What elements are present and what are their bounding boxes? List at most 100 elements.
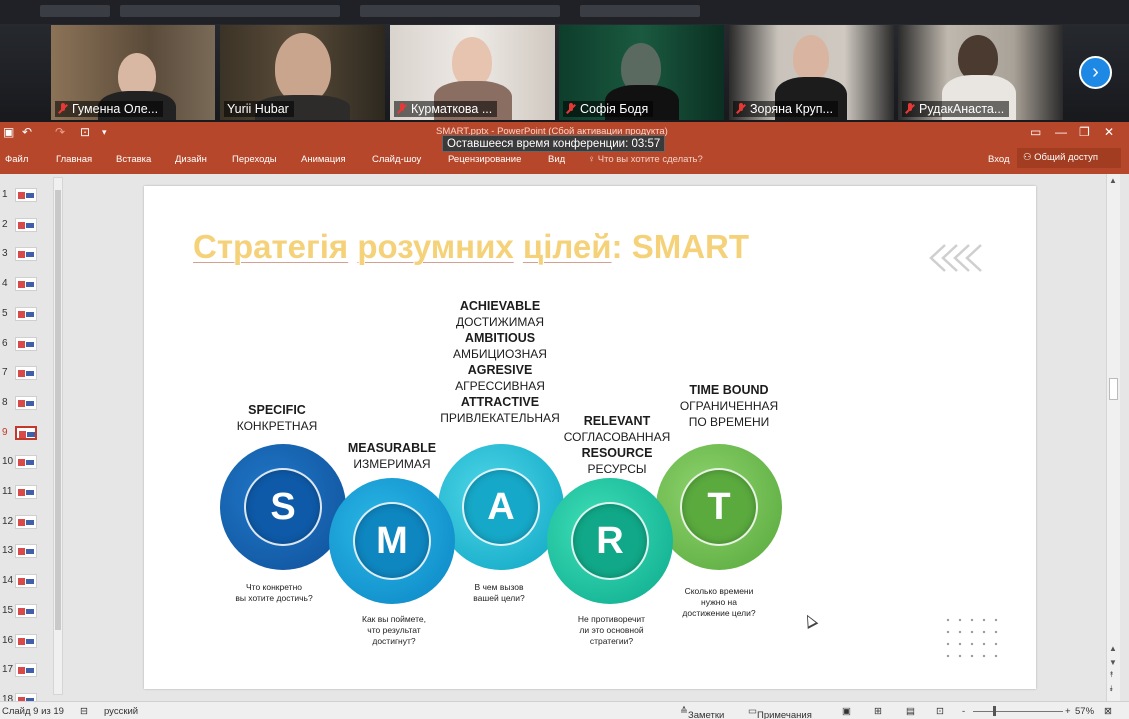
slide-thumbnail[interactable]: 13 xyxy=(0,544,40,559)
spellcheck-icon[interactable]: ⊟ xyxy=(80,706,88,717)
tab-home[interactable]: Главная xyxy=(56,154,92,165)
status-bar: Слайд 9 из 19 ⊟ русский ≙ Заметки ▭ Прим… xyxy=(0,701,1129,719)
next-slide-icon[interactable]: ⯯ xyxy=(1109,684,1114,694)
slide-thumbnail-preview xyxy=(15,336,37,351)
time-bound-label: TIME BOUND ОГРАНИЧЕННАЯ ПО ВРЕМЕНИ xyxy=(679,383,779,429)
close-icon[interactable]: ✕ xyxy=(1104,125,1114,139)
slide-thumbnail-number: 12 xyxy=(2,515,14,527)
normal-view-icon[interactable]: ▣ xyxy=(842,706,851,717)
tab-transitions[interactable]: Переходы xyxy=(232,154,277,165)
zoom-out-icon[interactable]: - xyxy=(962,706,965,717)
slide-thumbnail[interactable]: 7 xyxy=(0,366,40,381)
participant-tile[interactable]: Курматкова ... xyxy=(390,25,555,120)
slide-thumbnail-number: 2 xyxy=(2,218,8,230)
slide-thumbnail[interactable]: 5 xyxy=(0,306,40,321)
tab-file[interactable]: Файл xyxy=(5,154,28,165)
slide-thumbnail-preview xyxy=(15,395,37,410)
slide-thumbnail-preview xyxy=(15,277,37,292)
participant-tile[interactable]: Зоряна Круп... xyxy=(729,25,894,120)
letter-s-circle: S xyxy=(220,444,346,570)
slide-thumbnail[interactable]: 16 xyxy=(0,633,40,648)
notes-button[interactable]: ≙ Заметки xyxy=(680,706,724,719)
slide-thumbnail[interactable]: 1 xyxy=(0,188,40,202)
relevant-label: RELEVANT СОГЛАСОВАННАЯ RESOURCE РЕСУРСЫ xyxy=(563,414,671,476)
slide-sorter-icon[interactable]: ⊞ xyxy=(874,706,882,717)
zoom-in-icon[interactable]: + xyxy=(1065,706,1071,717)
tab-review[interactable]: Рецензирование xyxy=(448,154,521,165)
reading-view-icon[interactable]: ▤ xyxy=(906,706,915,717)
slide-thumbnail[interactable]: 8 xyxy=(0,395,40,410)
slide-thumbnail-preview xyxy=(15,188,37,202)
slide-thumbnail[interactable]: 17 xyxy=(0,663,40,678)
tab-animation[interactable]: Анимация xyxy=(301,154,346,165)
slide-thumbnail-preview xyxy=(15,217,37,232)
letter-m-circle: M xyxy=(329,478,455,604)
slide-thumbnail[interactable]: 10 xyxy=(0,455,40,470)
mic-muted-icon xyxy=(397,103,407,115)
slide-thumbnail-number: 7 xyxy=(2,367,8,379)
participant-tile[interactable]: Гуменна Оле... xyxy=(51,25,215,120)
redo-icon[interactable]: ↷ xyxy=(55,125,65,139)
zoom-slider[interactable] xyxy=(973,711,1063,712)
slide-thumbnail-preview xyxy=(15,574,37,589)
tab-view[interactable]: Вид xyxy=(548,154,565,165)
zoom-level[interactable]: 57% xyxy=(1075,706,1094,717)
thumbnail-scrollbar[interactable] xyxy=(53,177,63,695)
participant-name: Софія Бодя xyxy=(563,101,654,117)
customize-qat-icon[interactable]: ▾ xyxy=(102,125,107,139)
scroll-up-icon[interactable]: ▲ xyxy=(1109,644,1117,653)
tab-insert[interactable]: Вставка xyxy=(116,154,151,165)
undo-icon[interactable]: ↶ xyxy=(22,125,32,139)
prev-slide-icon[interactable]: ⯭ xyxy=(1109,670,1114,680)
mic-muted-icon xyxy=(905,103,915,115)
slide-thumbnail[interactable]: 12 xyxy=(0,514,40,529)
tab-design[interactable]: Дизайн xyxy=(175,154,207,165)
present-icon[interactable]: ⊡ xyxy=(80,125,90,139)
tell-me-search[interactable]: ♀ Что вы хотите сделать? xyxy=(588,154,703,165)
slide-thumbnail[interactable]: 3 xyxy=(0,247,40,262)
restore-icon[interactable]: ❐ xyxy=(1079,125,1090,139)
participant-tile[interactable]: РудакАнаста... xyxy=(898,25,1063,120)
slide-thumbnail-preview xyxy=(15,633,37,648)
chevrons-left-icon xyxy=(929,244,982,272)
comments-button[interactable]: ▭ Примечания xyxy=(748,706,812,719)
scroll-down-icon[interactable]: ▼ xyxy=(1109,658,1117,667)
slide-thumbnail-number: 1 xyxy=(2,189,8,200)
slide-title: Стратегія розумних цілей: SMART xyxy=(193,228,750,265)
minimize-icon[interactable]: — xyxy=(1055,125,1067,139)
slide-thumbnail[interactable]: 11 xyxy=(0,485,40,499)
sign-in-link[interactable]: Вход xyxy=(988,154,1010,165)
slide-thumbnail[interactable]: 14 xyxy=(0,574,40,589)
participant-tile[interactable]: Софія Бодя xyxy=(559,25,724,120)
participant-name: РудакАнаста... xyxy=(902,101,1010,117)
slide-thumbnail[interactable]: 9 xyxy=(0,425,40,440)
save-icon[interactable]: ▣ xyxy=(3,125,14,139)
slide-counter: Слайд 9 из 19 xyxy=(2,706,64,717)
ribbon-display-icon[interactable]: ▭ xyxy=(1030,125,1041,139)
language-indicator[interactable]: русский xyxy=(104,706,138,717)
zoom-slider-thumb[interactable] xyxy=(993,706,996,716)
slide-thumbnail[interactable]: 2 xyxy=(0,217,40,232)
fit-to-window-icon[interactable]: ⊠ xyxy=(1104,706,1112,717)
participant-name: Курматкова ... xyxy=(394,101,498,117)
slide-thumbnail-preview xyxy=(15,247,37,262)
powerpoint-window: ▣ ↶ ↷ ⊡ ▾ SMART.pptx - PowerPoint (Сбой … xyxy=(0,122,1129,719)
chevron-right-icon[interactable]: › xyxy=(1079,56,1112,89)
slide-thumbnail[interactable]: 15 xyxy=(0,603,40,618)
scrollbar-handle[interactable] xyxy=(1109,378,1118,400)
slide[interactable]: Стратегія розумних цілей: SMART SPECIFIC… xyxy=(144,186,1036,689)
slide-thumbnail-number: 6 xyxy=(2,337,8,349)
slide-scrollbar[interactable]: ▲ ▲ ▼ ⯭ ⯯ xyxy=(1106,174,1120,701)
tab-slideshow[interactable]: Слайд-шоу xyxy=(372,154,421,165)
scroll-up-icon[interactable]: ▲ xyxy=(1109,176,1117,185)
slide-thumbnail-preview xyxy=(15,663,37,678)
slide-thumbnail[interactable]: 4 xyxy=(0,277,40,292)
participant-name: Гуменна Оле... xyxy=(55,101,164,117)
share-button[interactable]: ⚇ Общий доступ xyxy=(1017,148,1121,168)
slideshow-view-icon[interactable]: ⊡ xyxy=(936,706,944,717)
specific-question: Что конкретно вы хотите достичь? xyxy=(235,582,313,603)
slide-thumbnail[interactable]: 6 xyxy=(0,336,40,351)
letter-t-circle: T xyxy=(656,444,782,570)
slide-thumbnail-number: 5 xyxy=(2,307,8,319)
participant-tile-active[interactable]: Yurii Hubar xyxy=(220,25,385,120)
